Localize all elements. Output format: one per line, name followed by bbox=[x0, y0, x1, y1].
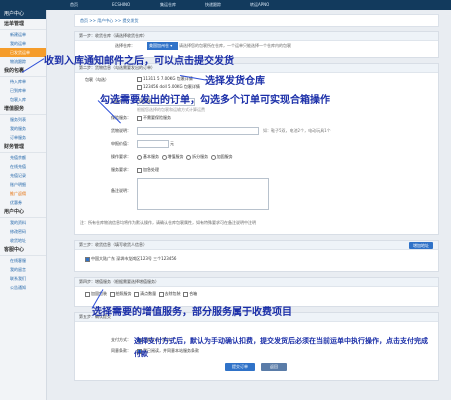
sidebar-section-orders: 运单管理 bbox=[0, 19, 46, 30]
remark-textarea[interactable] bbox=[137, 178, 269, 210]
step2-footer-note: 注：所有仓库物流信息均将作为默认操作，请确认仓库包裹属性，如有特殊要求可在备注说… bbox=[80, 220, 256, 225]
step4-header: 第四步：增值服务（根据需要选择增值服务） bbox=[75, 278, 438, 287]
pay-label: 支付方式： bbox=[111, 337, 131, 342]
sidebar-item-online-recharge[interactable]: 在线充值 bbox=[0, 162, 46, 171]
breadcrumb: 首页 >> 用户中心 >> 提交发货 bbox=[74, 14, 439, 27]
action-reinforce[interactable]: 加固服务 bbox=[210, 154, 233, 160]
declare-input[interactable] bbox=[137, 127, 259, 135]
declare-unit: 元 bbox=[170, 141, 174, 146]
breadcrumb-home[interactable]: 首页 bbox=[80, 18, 88, 23]
shipping-hint: 根据您选择的包裹和运输方式计算运费 bbox=[137, 107, 205, 112]
sidebar-item-address[interactable]: 收货地址 bbox=[0, 236, 46, 245]
service-option[interactable]: 加急处理 bbox=[137, 167, 159, 173]
sidebar-item-notices[interactable]: 公告通知 bbox=[0, 283, 46, 292]
service-count[interactable]: 清点数量 bbox=[134, 291, 156, 297]
sidebar-item-password[interactable]: 修改密码 bbox=[0, 227, 46, 236]
nav-home[interactable]: 首页 bbox=[70, 2, 78, 8]
insurance-option[interactable]: 不需要保险服务 bbox=[137, 115, 171, 121]
action-value-added[interactable]: 增值服务 bbox=[161, 154, 184, 160]
package-list: 11311 5 7.00KG 包裹详情 123456 doll 5.00KG 包… bbox=[137, 76, 200, 90]
annotation-services: 选择需要的增值服务，部分服务属于收费项目 bbox=[92, 307, 292, 318]
warehouse-hint: 请选择您的包裹所在仓库，一个运单只能选择一个仓库内的包裹 bbox=[179, 43, 291, 48]
sidebar-item-messages[interactable]: 我的留言 bbox=[0, 265, 46, 274]
sidebar-item-balance[interactable]: 充值余额 bbox=[0, 153, 46, 162]
service-merge[interactable]: 合箱 bbox=[183, 291, 197, 297]
action-basic[interactable]: 基本服务 bbox=[137, 154, 159, 160]
package-label: 包裹（勾选） bbox=[85, 77, 109, 82]
nav-ecshino[interactable]: ECSHINO bbox=[112, 2, 130, 7]
sidebar-item-service-list[interactable]: 服务列表 bbox=[0, 115, 46, 124]
sidebar-item-my-services[interactable]: 我的服务 bbox=[0, 124, 46, 133]
step3-header: 第三步：收货信息（填写收货人信息） bbox=[75, 241, 438, 250]
declare-value-label: 申报价值： bbox=[111, 141, 131, 146]
sidebar-item-arrived[interactable]: 已到库单 bbox=[0, 86, 46, 95]
sidebar-section-services: 增值服务 bbox=[0, 104, 46, 115]
warehouse-select-value: 美国加州仓 bbox=[149, 43, 169, 48]
declare-label: 货物说明： bbox=[111, 128, 131, 133]
package-row-2[interactable]: 123456 doll 5.00KG 包裹详情 bbox=[137, 84, 200, 90]
actions-options: 基本服务 增值服务 拆分服务 加固服务 bbox=[137, 154, 233, 160]
add-address-button[interactable]: 增加地址 bbox=[409, 242, 433, 249]
sidebar-section-support: 客服中心 bbox=[0, 245, 46, 256]
sidebar-item-pending[interactable]: 待入库单 bbox=[0, 77, 46, 86]
sidebar-item-profile[interactable]: 我的资料 bbox=[0, 218, 46, 227]
nav-warehouse[interactable]: 集运仓库 bbox=[160, 2, 176, 8]
remark-label: 备注说明： bbox=[111, 188, 131, 193]
step3-panel: 第三步：收货信息（填写收货人信息） 增加地址 中国大陆广东 深圳市龙岗区123号… bbox=[74, 240, 439, 272]
address-option[interactable]: 中国大陆广东 深圳市龙岗区123号 三个123456 bbox=[85, 256, 176, 262]
sidebar-item-new-order[interactable]: 新建运单 bbox=[0, 30, 46, 39]
agree-label: 同意条款： bbox=[111, 348, 131, 353]
submit-button[interactable]: 提交订单 bbox=[225, 363, 255, 371]
declare-hint: 如：鞋子5双，电池2个，电动玩具1个 bbox=[263, 128, 331, 133]
step2-panel: 第二步：货物信息（勾选需要发出的订单） 包裹（勾选） 11311 5 7.00K… bbox=[74, 63, 439, 235]
sidebar-item-coupon[interactable]: 优惠券 bbox=[0, 198, 46, 207]
step1-header: 第一步：收货仓库（请选择收货仓库） bbox=[75, 32, 438, 41]
sidebar-item-my-orders[interactable]: 我的运单 bbox=[0, 39, 46, 48]
annotation-submit: 收到入库通知邮件之后，可以点击提交发货 bbox=[44, 56, 234, 67]
nav-transfer[interactable]: 转运APNO bbox=[250, 2, 269, 8]
service-remove-packaging[interactable]: 去除包装 bbox=[158, 291, 181, 297]
annotation-warehouse: 选择发货仓库 bbox=[205, 76, 265, 87]
sidebar-item-order-services[interactable]: 订单服务 bbox=[0, 133, 46, 142]
sidebar-title: 用户中心 bbox=[0, 10, 46, 19]
sidebar-item-referral[interactable]: 推广返佣 bbox=[0, 189, 46, 198]
sidebar-item-live-chat[interactable]: 在线客服 bbox=[0, 256, 46, 265]
breadcrumb-user-center[interactable]: 用户中心 bbox=[97, 18, 113, 23]
nav-tracking[interactable]: 快递跟踪 bbox=[205, 2, 221, 8]
sidebar-item-recharge-history[interactable]: 充值记录 bbox=[0, 171, 46, 180]
actions-label: 操作要求： bbox=[111, 154, 131, 159]
breadcrumb-current: 提交发货 bbox=[122, 18, 139, 23]
sidebar-item-account-detail[interactable]: 账户明细 bbox=[0, 180, 46, 189]
action-split[interactable]: 拆分服务 bbox=[186, 154, 208, 160]
warehouse-select[interactable]: 美国加州仓 ▾ bbox=[147, 42, 178, 50]
service-reinforce[interactable]: 加固包装 bbox=[85, 291, 107, 297]
declare-value-input[interactable] bbox=[137, 140, 169, 148]
top-navigation: 首页 ECSHINO 集运仓库 快递跟踪 转运APNO bbox=[0, 0, 451, 10]
sidebar-section-finance: 财务管理 bbox=[0, 142, 46, 153]
warehouse-label: 选择仓库： bbox=[115, 43, 135, 48]
sidebar-section-user: 用户中心 bbox=[0, 207, 46, 218]
sidebar-item-contact[interactable]: 联系我们 bbox=[0, 274, 46, 283]
sidebar-item-inbound[interactable]: 包裹入库 bbox=[0, 95, 46, 104]
back-button[interactable]: 返回 bbox=[261, 363, 287, 371]
sidebar-item-shipped[interactable]: 已发货运单 bbox=[0, 48, 46, 57]
annotation-payment: 选择支付方式后，默认为手动确认扣费，提交发货后必须在当前运单中执行操作，点击支付… bbox=[134, 336, 428, 358]
sidebar: 用户中心 运单管理 新建运单 我的运单 已发货运单 物流跟踪 我的包裹 待入库单… bbox=[0, 10, 47, 400]
service-label: 服务要求： bbox=[111, 167, 131, 172]
annotation-packages: 勾选需要发出的订单，勾选多个订单可实现合箱操作 bbox=[100, 95, 330, 106]
service-photo[interactable]: 拍照服务 bbox=[109, 291, 132, 297]
